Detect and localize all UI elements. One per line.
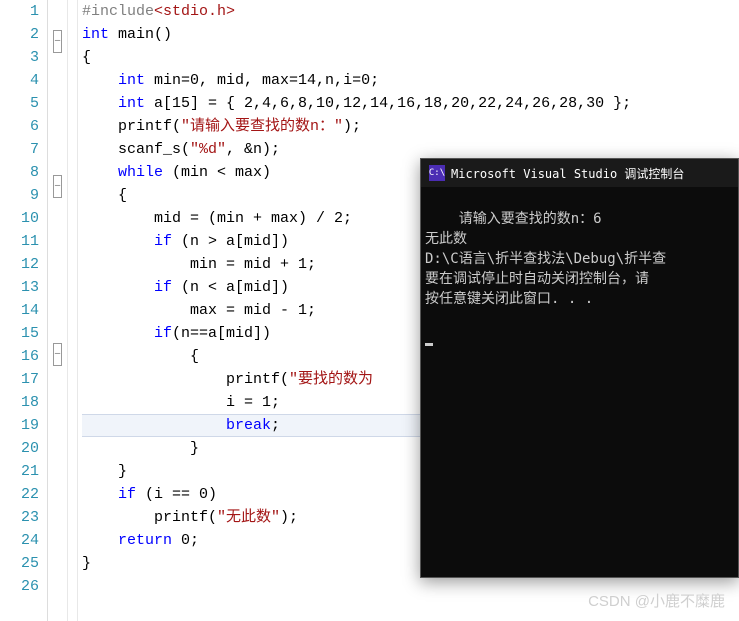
code-line[interactable]: int min=0, mid, max=14,n,i=0; (82, 69, 739, 92)
line-number: 8 (0, 161, 39, 184)
watermark: CSDN @小鹿不糜鹿 (588, 590, 725, 611)
code-line[interactable]: { (82, 46, 739, 69)
fold-cell[interactable]: − (48, 175, 67, 198)
fold-cell (48, 573, 67, 596)
fold-cell[interactable]: − (48, 343, 67, 366)
line-number: 2 (0, 23, 39, 46)
fold-cell (48, 504, 67, 527)
fold-toggle-icon[interactable]: − (53, 175, 62, 198)
fold-cell (48, 290, 67, 313)
line-number: 22 (0, 483, 39, 506)
line-number: 3 (0, 46, 39, 69)
fold-toggle-icon[interactable]: − (53, 30, 62, 53)
fold-cell (48, 412, 67, 435)
line-number: 17 (0, 368, 39, 391)
line-number: 18 (0, 391, 39, 414)
console-cursor (425, 343, 433, 346)
line-number: 12 (0, 253, 39, 276)
console-output: 请输入要查找的数n：6 无此数 D:\C语言\折半查找法\Debug\折半查 要… (421, 187, 738, 394)
fold-cell (48, 0, 67, 23)
line-number: 21 (0, 460, 39, 483)
fold-cell (48, 366, 67, 389)
line-number: 26 (0, 575, 39, 598)
fold-cell (48, 267, 67, 290)
fold-cell (48, 527, 67, 550)
line-number: 15 (0, 322, 39, 345)
fold-cell (48, 76, 67, 99)
line-number-gutter: 1234567891011121314151617181920212223242… (0, 0, 48, 621)
margin (68, 0, 78, 621)
line-number: 14 (0, 299, 39, 322)
line-number: 19 (0, 414, 39, 437)
code-line[interactable]: printf("请输入要查找的数n："); (82, 115, 739, 138)
fold-cell (48, 435, 67, 458)
line-number: 20 (0, 437, 39, 460)
fold-cell (48, 122, 67, 145)
line-number: 10 (0, 207, 39, 230)
fold-cell (48, 145, 67, 168)
fold-cell (48, 458, 67, 481)
line-number: 16 (0, 345, 39, 368)
console-icon: C:\ (429, 165, 445, 181)
console-titlebar[interactable]: C:\ Microsoft Visual Studio 调试控制台 (421, 159, 738, 187)
line-number: 5 (0, 92, 39, 115)
line-number: 13 (0, 276, 39, 299)
debug-console-window[interactable]: C:\ Microsoft Visual Studio 调试控制台 请输入要查找… (420, 158, 739, 578)
fold-cell (48, 53, 67, 76)
fold-column[interactable]: − − − (48, 0, 68, 621)
line-number: 4 (0, 69, 39, 92)
line-number: 1 (0, 0, 39, 23)
line-number: 11 (0, 230, 39, 253)
line-number: 7 (0, 138, 39, 161)
fold-cell[interactable]: − (48, 30, 67, 53)
line-number: 6 (0, 115, 39, 138)
fold-cell (48, 550, 67, 573)
console-title-text: Microsoft Visual Studio 调试控制台 (451, 165, 684, 182)
fold-cell (48, 389, 67, 412)
fold-cell (48, 198, 67, 221)
fold-cell (48, 99, 67, 122)
fold-toggle-icon[interactable]: − (53, 343, 62, 366)
line-number: 25 (0, 552, 39, 575)
fold-cell (48, 221, 67, 244)
fold-cell (48, 313, 67, 336)
fold-cell (48, 244, 67, 267)
fold-cell (48, 481, 67, 504)
code-line[interactable]: #include<stdio.h> (82, 0, 739, 23)
line-number: 24 (0, 529, 39, 552)
fold-cell (48, 596, 67, 619)
line-number: 23 (0, 506, 39, 529)
code-line[interactable]: int main() (82, 23, 739, 46)
code-line[interactable]: int a[15] = { 2,4,6,8,10,12,14,16,18,20,… (82, 92, 739, 115)
line-number: 9 (0, 184, 39, 207)
